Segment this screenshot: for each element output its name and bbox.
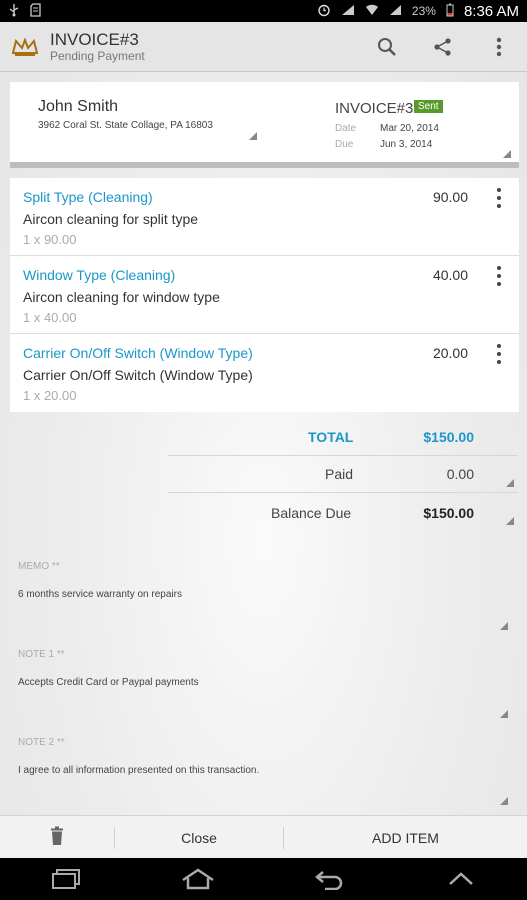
item-overflow-menu-icon[interactable] — [493, 266, 505, 286]
date-value: Mar 20, 2014 — [380, 123, 439, 134]
balance-expand-corner-icon[interactable] — [506, 517, 514, 525]
clock: 8:36 AM — [463, 2, 519, 20]
item-title: Split Type (Cleaning) — [23, 189, 153, 205]
customer-expand-corner-icon[interactable] — [249, 132, 257, 140]
line-item[interactable]: Carrier On/Off Switch (Window Type) Carr… — [10, 334, 519, 412]
item-description: Aircon cleaning for split type — [23, 211, 199, 227]
divider — [168, 455, 518, 456]
sd-card-icon — [30, 2, 41, 20]
signal-icon — [389, 4, 402, 19]
recent-apps-icon[interactable] — [36, 858, 96, 900]
item-quantity: 1 x 20.00 — [23, 388, 77, 403]
status-bar: 23% 8:36 AM — [0, 0, 527, 22]
paid-label: Paid — [325, 466, 354, 482]
note1-text: Accepts Credit Card or Paypal payments — [18, 677, 199, 688]
close-button[interactable]: Close — [115, 816, 283, 859]
total-row: TOTAL $150.00 — [0, 426, 527, 456]
item-description: Carrier On/Off Switch (Window Type) — [23, 367, 253, 383]
date-label: Date — [335, 123, 357, 134]
total-label: TOTAL — [308, 429, 354, 445]
back-icon[interactable] — [299, 858, 359, 900]
share-icon[interactable] — [415, 22, 471, 72]
item-overflow-menu-icon[interactable] — [493, 344, 505, 364]
item-description: Aircon cleaning for window type — [23, 289, 220, 305]
battery-icon — [446, 3, 454, 20]
bottom-action-bar: Close ADD ITEM — [0, 815, 527, 859]
balance-due-value: $150.00 — [423, 505, 474, 521]
page-subtitle: Pending Payment — [50, 49, 145, 63]
add-item-button[interactable]: ADD ITEM — [284, 816, 527, 859]
line-item[interactable]: Split Type (Cleaning) Aircon cleaning fo… — [10, 178, 519, 256]
line-items-list: Split Type (Cleaning) Aircon cleaning fo… — [10, 178, 519, 412]
customer-address: 3962 Coral St. State Collage, PA 16803 — [38, 120, 213, 131]
total-value: $150.00 — [423, 429, 474, 445]
note1-label: NOTE 1 ** — [18, 649, 65, 660]
trash-icon — [50, 826, 64, 849]
search-icon[interactable] — [359, 22, 415, 72]
alarm-icon — [317, 3, 331, 20]
page-title: INVOICE#3 — [50, 30, 139, 49]
status-badge: Sent — [414, 100, 443, 113]
delete-button[interactable] — [0, 816, 114, 859]
item-overflow-menu-icon[interactable] — [493, 188, 505, 208]
note1-expand-corner-icon[interactable] — [500, 710, 508, 718]
chevron-up-icon[interactable] — [431, 858, 491, 900]
item-title: Window Type (Cleaning) — [23, 267, 176, 283]
customer-name: John Smith — [38, 98, 119, 115]
invoice-number: INVOICE#3 — [335, 100, 414, 117]
balance-due-label: Balance Due — [271, 505, 352, 521]
item-quantity: 1 x 90.00 — [23, 232, 77, 247]
note2-text: I agree to all information presented on … — [18, 765, 260, 776]
note2-expand-corner-icon[interactable] — [500, 797, 508, 805]
network-type-icon — [341, 4, 355, 19]
memo-expand-corner-icon[interactable] — [500, 622, 508, 630]
usb-icon — [8, 3, 20, 20]
item-title: Carrier On/Off Switch (Window Type) — [23, 345, 253, 361]
due-label: Due — [335, 139, 354, 150]
home-icon[interactable] — [168, 858, 228, 900]
invoice-expand-corner-icon[interactable] — [503, 150, 511, 158]
note2-label: NOTE 2 ** — [18, 737, 65, 748]
crown-logo-icon[interactable] — [0, 22, 50, 72]
due-value: Jun 3, 2014 — [380, 139, 433, 150]
divider — [168, 492, 518, 493]
memo-label: MEMO ** — [18, 561, 60, 572]
battery-percent: 23% — [411, 4, 436, 18]
item-amount: 20.00 — [432, 345, 468, 361]
balance-due-row: Balance Due $150.00 — [0, 502, 527, 532]
item-quantity: 1 x 40.00 — [23, 310, 77, 325]
system-navigation-bar — [0, 858, 527, 900]
action-bar-titles: INVOICE#3 Pending Payment — [50, 30, 145, 63]
paid-expand-corner-icon[interactable] — [506, 479, 514, 487]
item-amount: 90.00 — [432, 189, 468, 205]
overflow-menu-icon[interactable] — [471, 22, 527, 72]
memo-text: 6 months service warranty on repairs — [18, 589, 182, 600]
invoice-header-card[interactable]: John Smith 3962 Coral St. State Collage,… — [10, 82, 519, 168]
action-bar: INVOICE#3 Pending Payment — [0, 22, 527, 72]
item-amount: 40.00 — [432, 267, 468, 283]
line-item[interactable]: Window Type (Cleaning) Aircon cleaning f… — [10, 256, 519, 334]
paid-value: 0.00 — [446, 466, 474, 482]
wifi-icon — [365, 4, 379, 19]
paid-row[interactable]: Paid 0.00 — [0, 463, 527, 493]
